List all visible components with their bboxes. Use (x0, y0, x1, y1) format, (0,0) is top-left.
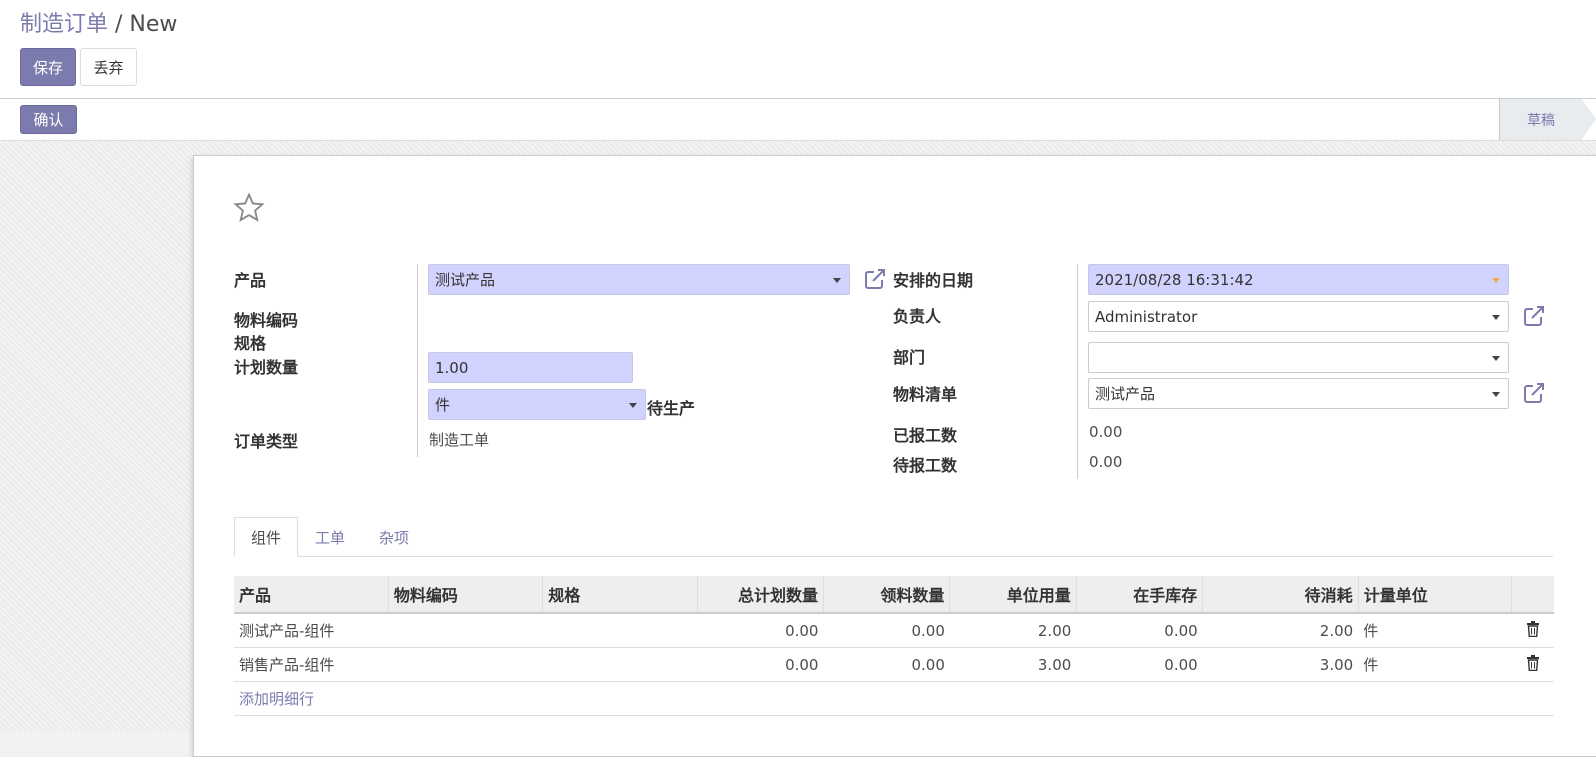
cell-material-code[interactable] (388, 613, 543, 648)
cell-total-planned-qty[interactable]: 0.00 (697, 647, 824, 682)
cell-to-consume[interactable]: 2.00 (1202, 613, 1359, 648)
discard-button[interactable]: 丢弃 (80, 48, 137, 86)
scheduled-date-value: 2021/08/28 16:31:42 (1095, 270, 1254, 289)
column-header[interactable]: 规格 (542, 576, 698, 614)
form-sheet: 产品 物料编码 规格 计划数量 订单类型 测试产品 1.00 件 待生产 制造工… (193, 155, 1596, 757)
left-group-divider (417, 264, 418, 457)
scheduled-date-label: 安排的日期 (893, 271, 974, 290)
bom-select[interactable]: 测试产品 (1088, 378, 1509, 409)
column-header[interactable]: 总计划数量 (696, 576, 824, 614)
column-header[interactable]: 单位用量 (949, 576, 1077, 614)
bom-value: 测试产品 (1095, 385, 1156, 403)
tabs-divider (234, 556, 1553, 557)
table-row[interactable]: 测试产品-组件 0.00 0.00 2.00 0.00 2.00 件 (234, 613, 1554, 648)
cell-on-hand[interactable]: 0.00 (1076, 647, 1203, 682)
planned-qty-value: 1.00 (435, 358, 469, 377)
delete-row-button[interactable] (1511, 613, 1554, 648)
responsible-select[interactable]: Administrator (1088, 301, 1509, 332)
pending-hours-label: 待报工数 (893, 456, 958, 475)
tab-components[interactable]: 组件 (234, 517, 298, 557)
favorite-star-icon[interactable] (232, 192, 266, 224)
uom-value: 件 (435, 396, 451, 414)
control-panel: 制造订单 / New 保存 丢弃 确认 草稿 (0, 0, 1596, 141)
cell-material-code[interactable] (388, 647, 543, 682)
planned-qty-input[interactable]: 1.00 (428, 352, 633, 383)
order-type-label: 订单类型 (234, 432, 299, 451)
chevron-down-icon (833, 278, 841, 283)
add-line-row: 添加明细行 (234, 681, 1554, 716)
tab-work-orders[interactable]: 工单 (302, 517, 358, 557)
scheduled-date-input[interactable]: 2021/08/28 16:31:42 (1088, 264, 1509, 295)
save-button[interactable]: 保存 (20, 48, 76, 86)
cell-uom[interactable]: 件 (1358, 613, 1512, 648)
chevron-down-icon (1492, 392, 1500, 397)
column-header[interactable]: 待消耗 (1202, 576, 1359, 614)
trash-icon (1526, 620, 1539, 637)
department-select[interactable] (1088, 342, 1509, 373)
cell-spec[interactable] (542, 613, 698, 648)
table-header-row: 产品 物料编码 规格 总计划数量 领料数量 单位用量 在手库存 待消耗 计量单位 (234, 576, 1554, 614)
material-code-label: 物料编码 (234, 311, 299, 330)
tab-misc[interactable]: 杂项 (366, 517, 422, 557)
breadcrumb-current: New (129, 12, 178, 37)
confirm-button[interactable]: 确认 (20, 105, 77, 134)
responsible-value: Administrator (1095, 307, 1198, 326)
spec-label: 规格 (234, 334, 267, 353)
product-value: 测试产品 (435, 271, 496, 289)
external-link-icon[interactable] (1522, 304, 1546, 328)
column-header[interactable]: 物料编码 (387, 576, 543, 614)
column-header[interactable]: 在手库存 (1075, 576, 1203, 614)
cell-product[interactable]: 销售产品-组件 (234, 647, 389, 682)
column-header (1510, 576, 1554, 614)
cell-picked-qty[interactable]: 0.00 (823, 613, 950, 648)
breadcrumb-separator: / (108, 12, 130, 37)
reported-hours-value: 0.00 (1089, 423, 1123, 441)
table-row[interactable]: 销售产品-组件 0.00 0.00 3.00 0.00 3.00 件 (234, 647, 1554, 682)
components-table: 产品 物料编码 规格 总计划数量 领料数量 单位用量 在手库存 待消耗 计量单位… (234, 576, 1554, 716)
column-header[interactable]: 产品 (234, 576, 389, 614)
external-link-icon[interactable] (863, 267, 887, 291)
cell-unit-usage[interactable]: 3.00 (949, 647, 1077, 682)
cell-unit-usage[interactable]: 2.00 (949, 613, 1077, 648)
chevron-down-icon (1492, 356, 1500, 361)
uom-select[interactable]: 件 (428, 389, 646, 420)
planned-qty-label: 计划数量 (234, 358, 299, 377)
trash-icon (1526, 654, 1539, 671)
department-label: 部门 (893, 348, 926, 367)
product-label: 产品 (234, 271, 267, 290)
status-draft[interactable]: 草稿 (1499, 99, 1596, 140)
cell-spec[interactable] (542, 647, 698, 682)
add-line-link[interactable]: 添加明细行 (239, 690, 314, 708)
column-header[interactable]: 领料数量 (822, 576, 950, 614)
right-group-divider (1077, 264, 1078, 479)
product-select[interactable]: 测试产品 (428, 264, 850, 295)
chevron-down-icon (629, 403, 637, 408)
delete-row-button[interactable] (1511, 647, 1554, 682)
qty-status-text: 待生产 (647, 399, 696, 418)
calendar-dropdown-icon (1492, 278, 1500, 283)
pending-hours-value: 0.00 (1089, 453, 1123, 471)
bom-label: 物料清单 (893, 385, 958, 404)
status-bar: 确认 草稿 (0, 98, 1596, 140)
breadcrumb: 制造订单 / New (20, 6, 177, 38)
cell-total-planned-qty[interactable]: 0.00 (697, 613, 824, 648)
breadcrumb-parent-link[interactable]: 制造订单 (20, 12, 108, 37)
order-type-value: 制造工单 (429, 431, 490, 449)
cell-picked-qty[interactable]: 0.00 (823, 647, 950, 682)
column-header[interactable]: 计量单位 (1357, 576, 1512, 614)
cell-uom[interactable]: 件 (1358, 647, 1512, 682)
cell-to-consume[interactable]: 3.00 (1202, 647, 1359, 682)
external-link-icon[interactable] (1522, 381, 1546, 405)
cell-on-hand[interactable]: 0.00 (1076, 613, 1203, 648)
responsible-label: 负责人 (893, 307, 942, 326)
chevron-down-icon (1492, 315, 1500, 320)
reported-hours-label: 已报工数 (893, 426, 958, 445)
cell-product[interactable]: 测试产品-组件 (234, 613, 389, 648)
